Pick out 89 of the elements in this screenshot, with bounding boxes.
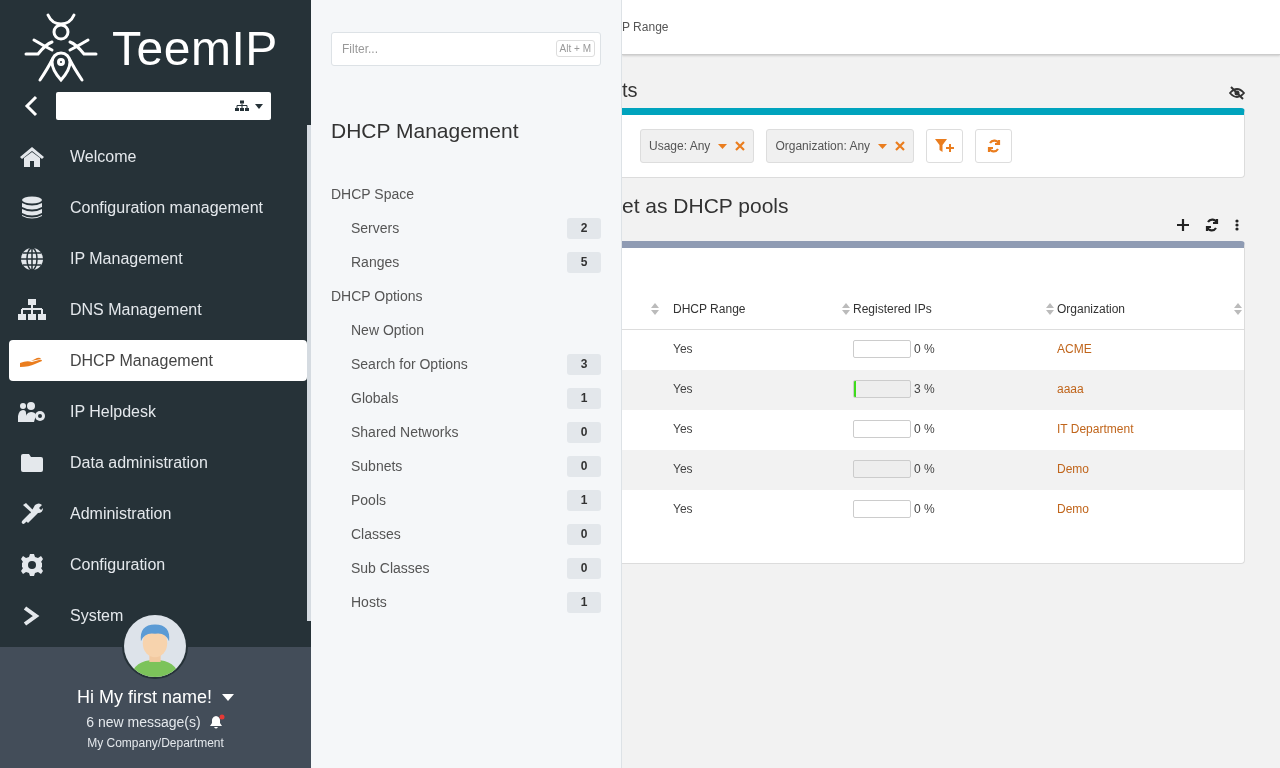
filter-plus-icon xyxy=(934,139,955,153)
sitemap-icon xyxy=(18,297,46,322)
count-badge: 3 xyxy=(567,353,601,375)
user-greeting[interactable]: Hi My first name! xyxy=(77,687,212,708)
nav-item[interactable]: Data administration xyxy=(9,442,307,484)
globe-icon xyxy=(18,246,46,271)
table-cell-text: Yes xyxy=(673,461,694,478)
kebab-menu-icon[interactable] xyxy=(1235,219,1239,231)
breadcrumb[interactable]: P Range xyxy=(622,20,669,34)
nav-item[interactable]: System xyxy=(9,595,307,637)
menu-entry[interactable]: Pools xyxy=(351,492,387,508)
usage-reading: 0 % xyxy=(914,342,935,356)
sort-icon[interactable] xyxy=(1046,303,1054,315)
bell-icon[interactable] xyxy=(208,714,225,730)
organization-link[interactable]: Demo xyxy=(1057,462,1089,476)
sort-icon[interactable] xyxy=(1234,303,1242,315)
organization-link[interactable]: Demo xyxy=(1057,502,1089,516)
menu-entry[interactable]: Hosts xyxy=(351,594,387,610)
table-cell-text: Yes xyxy=(673,421,694,438)
refresh-button[interactable] xyxy=(975,129,1013,163)
nav-item[interactable]: DNS Management xyxy=(9,289,307,331)
menu-entry[interactable]: Shared Networks xyxy=(351,424,459,440)
menu-entry[interactable]: Search for Options xyxy=(351,356,468,372)
caret-icon xyxy=(255,103,263,109)
usage-reading: 0 % xyxy=(914,462,935,476)
nav-item[interactable]: Configuration management xyxy=(9,187,307,229)
count-badge: 2 xyxy=(567,217,601,239)
count-badge: 0 xyxy=(567,455,601,477)
menu-title: DHCP Management xyxy=(331,119,520,143)
nav-item[interactable]: Administration xyxy=(9,493,307,535)
organization-link[interactable]: IT Department xyxy=(1057,422,1134,436)
usage-bar xyxy=(853,380,911,398)
settings-icon xyxy=(18,553,46,578)
add-filter-button[interactable] xyxy=(926,129,964,163)
column-header[interactable]: DHCP Range xyxy=(673,302,746,316)
logo-text: TeemIP xyxy=(112,20,278,76)
menu-entry[interactable]: Servers xyxy=(351,220,400,236)
refresh-icon[interactable] xyxy=(1205,218,1219,232)
sort-icon[interactable] xyxy=(842,303,850,315)
count-badge: 1 xyxy=(567,489,601,511)
nav-item[interactable]: IP Helpdesk xyxy=(9,391,307,433)
shortcut-hint: Alt + M xyxy=(555,40,595,57)
count-badge: 0 xyxy=(567,523,601,545)
usage-reading: 0 % xyxy=(914,422,935,436)
home-icon xyxy=(18,145,46,168)
close-icon[interactable] xyxy=(895,141,906,151)
nav-item[interactable]: Welcome xyxy=(9,136,307,178)
count-badge: 1 xyxy=(567,387,601,409)
criterion-chip[interactable]: Organization: Any xyxy=(766,129,915,163)
usage-reading: 0 % xyxy=(914,502,935,516)
organization-link[interactable]: aaaa xyxy=(1057,382,1084,396)
table-cell-text: Yes xyxy=(673,381,694,398)
list-title: et as DHCP pools xyxy=(622,194,789,218)
menu-entry[interactable]: Sub Classes xyxy=(351,560,430,576)
usage-reading: 3 % xyxy=(914,382,935,396)
count-badge: 5 xyxy=(567,251,601,273)
scrollbar[interactable] xyxy=(307,125,311,621)
user-organization: My Company/Department xyxy=(87,736,224,750)
nav-item[interactable]: DHCP Management xyxy=(9,340,307,382)
caret-icon[interactable] xyxy=(222,694,234,701)
column-header[interactable]: Organization xyxy=(1057,302,1126,316)
criterion-chip[interactable]: Usage: Any xyxy=(640,129,755,163)
users-gear-icon xyxy=(18,401,46,423)
nav-item[interactable]: Configuration xyxy=(9,544,307,586)
count-badge: 1 xyxy=(567,591,601,613)
menu-entry[interactable]: Ranges xyxy=(351,254,400,270)
folder-icon xyxy=(18,453,46,474)
column-header[interactable]: Registered IPs xyxy=(853,302,932,316)
table-cell-text: Yes xyxy=(673,501,694,518)
menu-entry[interactable]: Classes xyxy=(351,526,401,542)
menu-group-title[interactable]: DHCP Options xyxy=(331,279,601,313)
count-badge: 0 xyxy=(567,421,601,443)
close-icon[interactable] xyxy=(735,141,746,151)
plus-icon[interactable] xyxy=(1177,219,1189,231)
menu-entry[interactable]: Subnets xyxy=(351,458,403,474)
sitemap-icon xyxy=(235,100,249,112)
search-title: ts xyxy=(622,79,638,102)
messages-link[interactable]: 6 new message(s) xyxy=(86,714,201,730)
eye-slash-icon[interactable] xyxy=(1229,86,1245,100)
organization-link[interactable]: ACME xyxy=(1057,342,1092,356)
menu-group-title[interactable]: DHCP Space xyxy=(331,177,601,211)
count-badge: 0 xyxy=(567,557,601,579)
nav-item[interactable]: IP Management xyxy=(9,238,307,280)
menu-entry[interactable]: New Option xyxy=(351,322,425,338)
sort-icon[interactable] xyxy=(651,303,659,315)
menu-entry[interactable]: Globals xyxy=(351,390,399,406)
collapse-chevron-icon[interactable] xyxy=(24,95,38,117)
table-cell-text: Yes xyxy=(673,341,694,358)
ant-logo-icon xyxy=(24,12,98,84)
